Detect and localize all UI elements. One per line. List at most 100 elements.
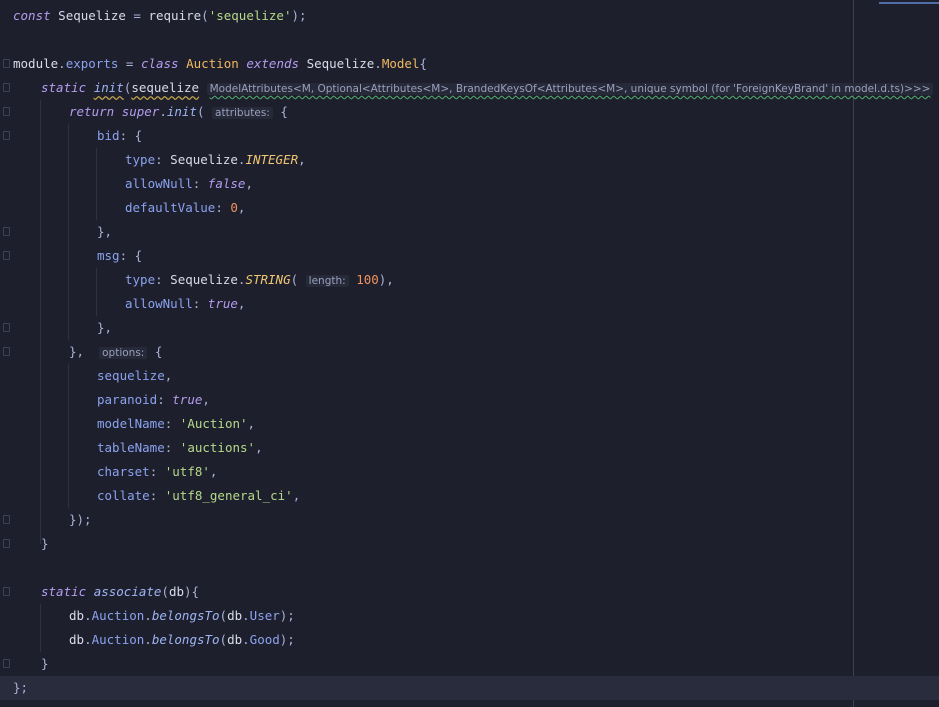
code-line[interactable]: msg: { — [0, 244, 939, 268]
property: msg — [97, 248, 120, 263]
property: collate — [97, 488, 150, 503]
punctuation: ); — [279, 608, 295, 623]
punctuation: }, — [97, 320, 113, 335]
punctuation: . — [144, 632, 152, 647]
property: Auction — [91, 632, 145, 647]
class-name: Model — [381, 56, 420, 71]
punctuation: . — [144, 608, 152, 623]
parameter-hint: length: — [305, 275, 349, 287]
type-constant: INTEGER — [245, 152, 299, 167]
code-line[interactable]: }, — [0, 220, 939, 244]
operator: = — [125, 8, 149, 23]
punctuation: : — [215, 200, 231, 215]
property: sequelize — [97, 368, 165, 383]
punctuation: : { — [119, 248, 143, 263]
string-literal: 'utf8' — [164, 464, 210, 479]
string-literal: 'utf8_general_ci' — [164, 488, 293, 503]
boolean-literal: true — [207, 296, 238, 311]
punctuation: , — [237, 200, 246, 215]
punctuation: }, — [69, 344, 85, 359]
punctuation: }, — [97, 224, 113, 239]
property: modelName — [97, 416, 165, 431]
identifier: Sequelize — [170, 272, 238, 287]
punctuation: : — [155, 152, 171, 167]
code-editor[interactable]: const Sequelize = require('sequelize'); … — [0, 0, 939, 707]
punctuation: ( — [219, 632, 228, 647]
class-name: Auction — [186, 56, 239, 71]
code-line[interactable]: return super.init( attributes: { — [0, 100, 939, 124]
code-line[interactable]: static associate(db){ — [0, 580, 939, 604]
string-literal: 'Auction' — [179, 416, 248, 431]
punctuation: { — [419, 56, 427, 71]
identifier: db — [69, 632, 85, 647]
code-line[interactable]: static init(sequelize ModelAttributes<M,… — [0, 76, 939, 100]
current-code-line[interactable]: }; — [0, 676, 939, 700]
code-line[interactable]: charset: 'utf8', — [0, 460, 939, 484]
identifier: db — [69, 608, 85, 623]
code-line[interactable]: db.Auction.belongsTo(db.Good); — [0, 628, 939, 652]
method-name: associate — [93, 584, 162, 599]
keyword: super — [121, 104, 160, 119]
punctuation: : { — [119, 128, 143, 143]
punctuation: , — [247, 416, 256, 431]
punctuation: : — [155, 272, 171, 287]
identifier: db — [227, 632, 243, 647]
property: Auction — [91, 608, 145, 623]
punctuation: ( — [290, 272, 299, 287]
code-line[interactable]: } — [0, 532, 939, 556]
code-line[interactable]: type: Sequelize.INTEGER, — [0, 148, 939, 172]
punctuation: : — [149, 464, 165, 479]
keyword: const — [13, 8, 51, 23]
punctuation: }); — [69, 512, 92, 527]
code-line[interactable]: type: Sequelize.STRING( length: 100), — [0, 268, 939, 292]
code-line[interactable]: const Sequelize = require('sequelize'); — [0, 4, 939, 28]
property: type — [125, 272, 156, 287]
punctuation: . — [84, 608, 92, 623]
punctuation: , — [164, 368, 173, 383]
code-line[interactable]: defaultValue: 0, — [0, 196, 939, 220]
punctuation: ( — [201, 8, 209, 23]
code-line[interactable]: sequelize, — [0, 364, 939, 388]
punctuation: . — [242, 608, 250, 623]
punctuation: , — [292, 488, 301, 503]
property: paranoid — [97, 392, 158, 407]
identifier: Sequelize — [58, 8, 126, 23]
punctuation: : — [164, 440, 180, 455]
punctuation: : — [149, 488, 165, 503]
keyword: return — [69, 104, 115, 119]
function-call: require — [148, 8, 202, 23]
punctuation: { — [280, 104, 288, 119]
code-line[interactable]: }, options: { — [0, 340, 939, 364]
code-line[interactable]: modelName: 'Auction', — [0, 412, 939, 436]
code-line[interactable]: }); — [0, 508, 939, 532]
punctuation: , — [255, 440, 263, 455]
code-line[interactable]: }, — [0, 316, 939, 340]
code-line[interactable]: tableName: 'auctions', — [0, 436, 939, 460]
property: allowNull — [125, 176, 193, 191]
punctuation: ), — [378, 272, 394, 287]
keyword: static — [41, 584, 87, 599]
punctuation: : — [164, 416, 180, 431]
code-line[interactable]: allowNull: true, — [0, 292, 939, 316]
punctuation: } — [41, 656, 49, 671]
punctuation: , — [245, 176, 253, 191]
code-line[interactable]: db.Auction.belongsTo(db.User); — [0, 604, 939, 628]
code-line[interactable]: module.exports = class Auction extends S… — [0, 52, 939, 76]
keyword: class — [140, 56, 179, 71]
punctuation: , — [209, 464, 218, 479]
code-line[interactable]: paranoid: true, — [0, 388, 939, 412]
code-line[interactable]: } — [0, 652, 939, 676]
property: bid — [97, 128, 120, 143]
number-literal: 0 — [230, 200, 238, 215]
keyword: extends — [246, 56, 300, 71]
punctuation: . — [84, 632, 92, 647]
punctuation: . — [242, 632, 250, 647]
code-line[interactable]: allowNull: false, — [0, 172, 939, 196]
punctuation: ){ — [184, 584, 200, 599]
punctuation: } — [41, 536, 49, 551]
code-line[interactable]: collate: 'utf8_general_ci', — [0, 484, 939, 508]
code-line[interactable]: bid: { — [0, 124, 939, 148]
boolean-literal: false — [207, 176, 246, 191]
property: User — [249, 608, 280, 623]
punctuation: ( — [219, 608, 228, 623]
